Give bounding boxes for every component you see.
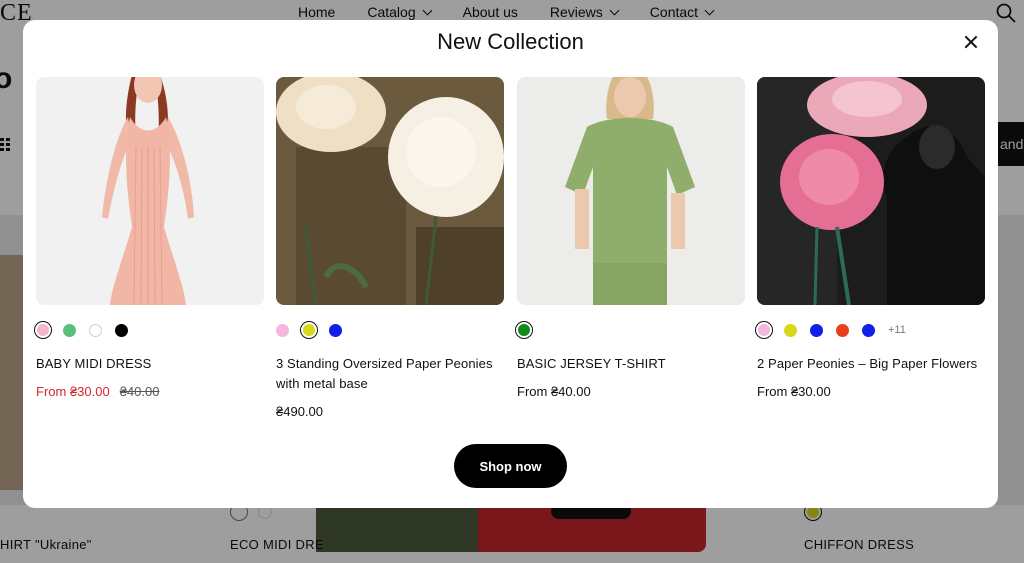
color-swatches [276,321,504,339]
product-name[interactable]: 3 Standing Oversized Paper Peonies with … [276,354,504,394]
price: ₴490.00 [276,404,323,419]
price-row: From ₴30.00 ₴40.00 [36,384,264,399]
color-swatch[interactable] [862,323,875,337]
color-swatch[interactable] [784,323,797,337]
color-swatch[interactable] [329,323,342,337]
product-card[interactable]: BABY MIDI DRESS From ₴30.00 ₴40.00 [34,77,264,399]
product-image[interactable] [757,77,985,305]
color-swatch[interactable] [515,321,533,339]
new-collection-modal: New Collection BABY MIDI DRESS From ₴30.… [23,20,998,508]
price: From ₴30.00 [757,384,831,399]
color-swatch[interactable] [810,323,823,337]
product-card[interactable]: 3 Standing Oversized Paper Peonies with … [276,77,504,419]
color-swatch[interactable] [34,321,52,339]
close-icon[interactable] [961,32,981,52]
product-image[interactable] [36,77,264,305]
old-price: ₴40.00 [119,384,160,399]
color-swatch[interactable] [300,321,318,339]
product-name[interactable]: BASIC JERSEY T-SHIRT [517,354,745,374]
color-swatch[interactable] [755,321,773,339]
color-swatch[interactable] [836,323,849,337]
sale-price: From ₴30.00 [36,384,110,399]
color-swatch[interactable] [63,323,76,337]
product-image[interactable] [517,77,745,305]
product-card[interactable]: BASIC JERSEY T-SHIRT From ₴40.00 [515,77,745,399]
more-colors-count[interactable]: +11 [888,324,906,336]
product-name[interactable]: 2 Paper Peonies – Big Paper Flowers [757,354,985,374]
price: From ₴40.00 [517,384,591,399]
color-swatch[interactable] [89,323,102,337]
product-card[interactable]: +11 2 Paper Peonies – Big Paper Flowers … [755,77,985,399]
color-swatches [34,321,264,339]
price-row: From ₴30.00 [757,384,985,399]
product-image[interactable] [276,77,504,305]
product-name[interactable]: BABY MIDI DRESS [36,354,264,374]
color-swatches [515,321,745,339]
color-swatch[interactable] [276,323,289,337]
shop-now-button[interactable]: Shop now [454,444,567,488]
color-swatch[interactable] [115,323,128,337]
color-swatches: +11 [755,321,985,339]
modal-title: New Collection [437,29,584,54]
price-row: From ₴40.00 [517,384,745,399]
price-row: ₴490.00 [276,404,504,419]
